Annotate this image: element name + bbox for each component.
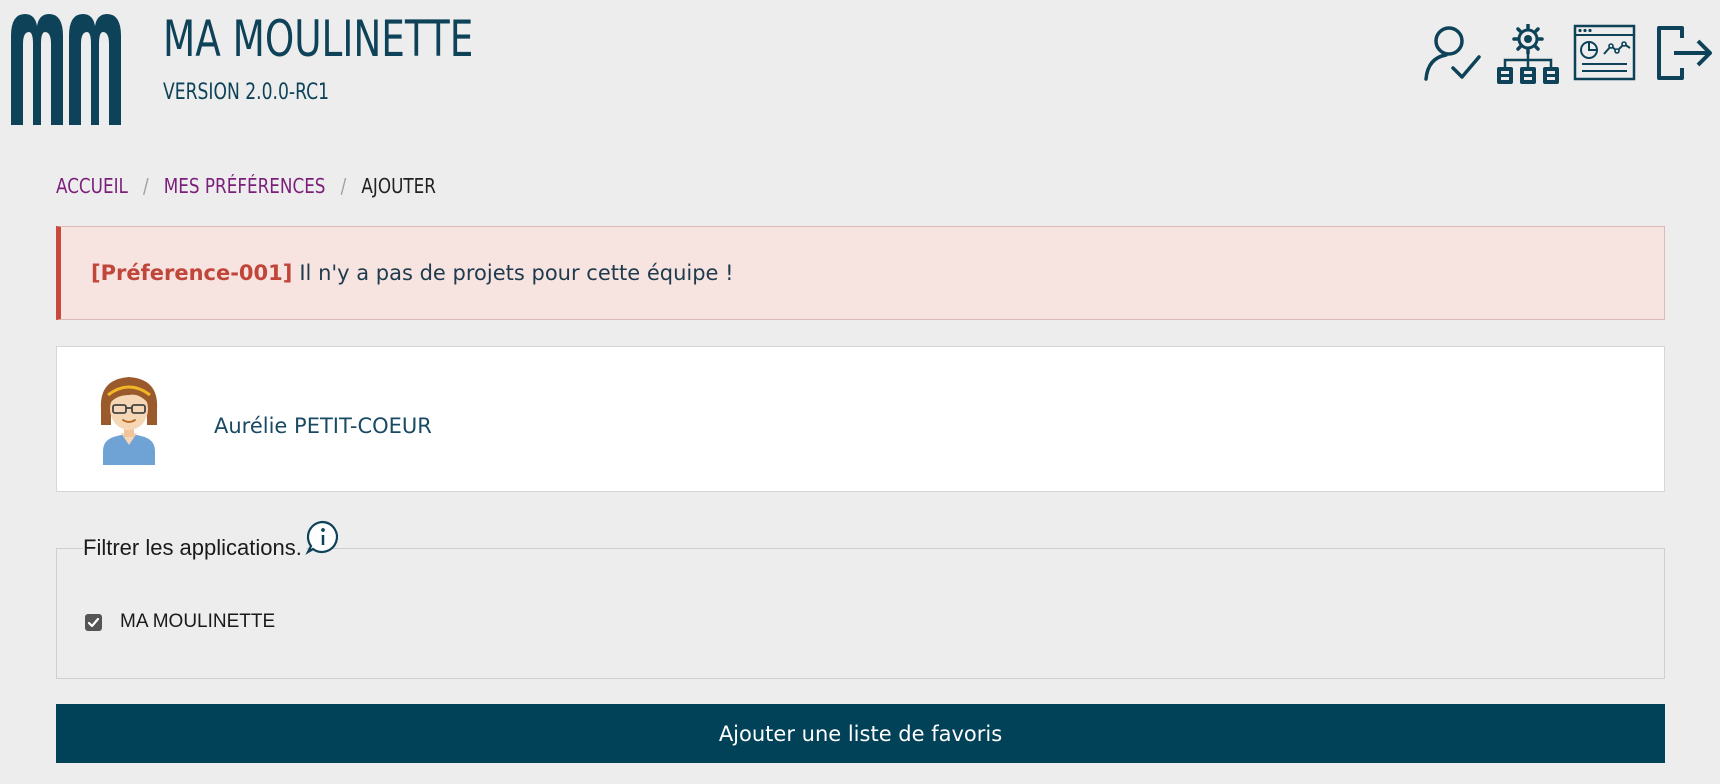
app-logo[interactable] — [11, 14, 121, 125]
breadcrumb-separator: / — [340, 174, 347, 198]
user-avatar — [100, 377, 158, 465]
alert-code: [Préference-001] — [91, 261, 293, 285]
settings-network-icon[interactable] — [1495, 24, 1561, 86]
user-check-icon[interactable] — [1422, 24, 1482, 82]
user-card: Aurélie PETIT-COEUR — [56, 346, 1665, 492]
filter-option: MA MOULINETTE — [85, 611, 275, 633]
app-title: MA MOULINETTE — [163, 10, 474, 68]
alert-message: Il n'y a pas de projets pour cette équip… — [299, 261, 734, 285]
breadcrumb-separator: / — [143, 174, 149, 198]
application-filter: Filtrer les applications. MA MOULINETTE — [56, 520, 1665, 679]
application-checkbox[interactable] — [85, 613, 102, 631]
info-icon[interactable] — [305, 519, 341, 555]
app-version: VERSION 2.0.0-RC1 — [163, 80, 330, 105]
breadcrumb: ACCUEIL / MES PRÉFÉRENCES / AJOUTER — [56, 174, 436, 198]
breadcrumb-home-link[interactable]: ACCUEIL — [56, 174, 128, 198]
dashboard-icon[interactable] — [1573, 24, 1636, 81]
application-checkbox-label[interactable]: MA MOULINETTE — [120, 611, 275, 633]
breadcrumb-current: AJOUTER — [361, 174, 436, 198]
error-alert: [Préference-001] Il n'y a pas de projets… — [56, 226, 1665, 320]
logout-icon[interactable] — [1656, 24, 1714, 82]
page-footer-band — [0, 779, 1720, 784]
user-name: Aurélie PETIT-COEUR — [214, 414, 432, 438]
app-header: MA MOULINETTE VERSION 2.0.0-RC1 — [0, 0, 1720, 140]
breadcrumb-preferences-link[interactable]: MES PRÉFÉRENCES — [164, 174, 326, 198]
filter-legend: Filtrer les applications. — [83, 535, 306, 561]
add-favorites-list-button[interactable]: Ajouter une liste de favoris — [56, 704, 1665, 763]
checkmark-icon — [87, 617, 100, 627]
